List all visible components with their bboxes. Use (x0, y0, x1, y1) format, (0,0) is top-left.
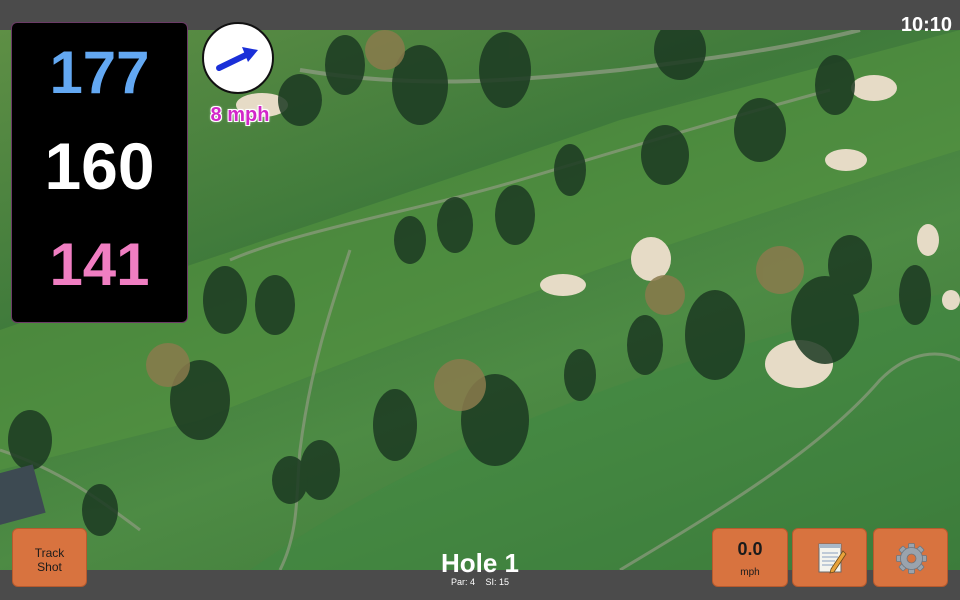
back-distance: 177 (49, 39, 150, 106)
speed-value: 0.0 (737, 539, 763, 559)
hole-title: Hole 1 (440, 548, 520, 578)
notes-button[interactable] (792, 528, 867, 587)
middle-distance: 160 (44, 129, 155, 203)
track-shot-button[interactable]: Track Shot (12, 528, 87, 587)
settings-button[interactable] (873, 528, 948, 587)
notepad-icon (818, 543, 847, 574)
wind-direction-dial (202, 22, 274, 94)
wind-speed: 8 mph (210, 104, 270, 126)
speed-unit: mph (740, 567, 760, 578)
hole-info: Par: 4 SI: 15 (380, 577, 580, 587)
gear-icon (896, 543, 927, 574)
clock: 10:10 (900, 14, 952, 36)
hole-par: Par: 4 (450, 577, 475, 587)
arrow-icon (216, 47, 258, 71)
track-shot-label: Track Shot (34, 546, 65, 574)
speed-button[interactable]: 0.0 mph (712, 528, 788, 587)
front-distance: 141 (49, 231, 150, 298)
hole-stroke-index: SI: 15 (485, 577, 510, 587)
distance-panel: 177 160 141 (11, 22, 188, 323)
